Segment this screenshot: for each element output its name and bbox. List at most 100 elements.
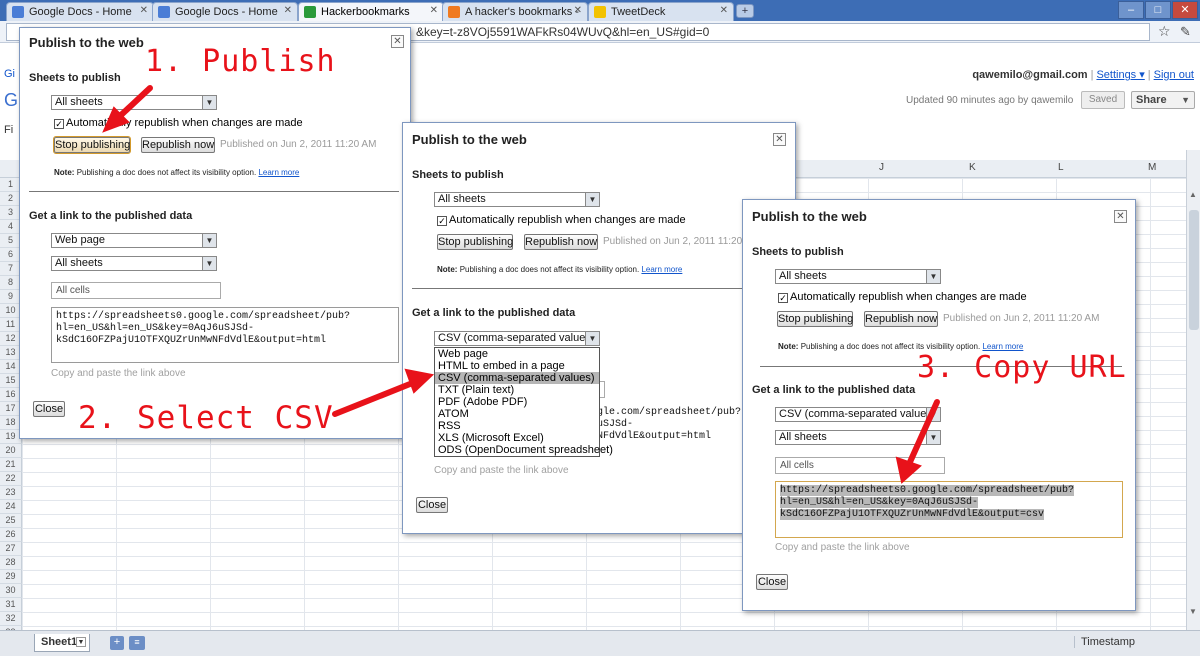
sheets-select[interactable]: All sheets ▼	[434, 192, 600, 207]
published-url-textarea[interactable]: https://spreadsheets0.google.com/spreads…	[51, 307, 399, 363]
sheets-select-value: All sheets	[55, 96, 103, 108]
row-number[interactable]: 26	[0, 528, 22, 542]
close-icon[interactable]: ✕	[773, 133, 786, 146]
row-number[interactable]: 24	[0, 500, 22, 514]
format-option-txt[interactable]: TXT (Plain text)	[435, 384, 599, 396]
sheet-range-select[interactable]: All sheets ▼	[51, 256, 217, 271]
published-date: Published on Jun 2, 2011 11:20 AM	[220, 139, 377, 150]
stop-publishing-button[interactable]: Stop publishing	[777, 311, 853, 327]
auto-republish-checkbox[interactable]: ✓ Automatically republish when changes ar…	[778, 291, 1027, 303]
tab-close-icon[interactable]: ✕	[140, 5, 148, 16]
column-header-j[interactable]: J	[879, 162, 884, 173]
scroll-down-icon[interactable]: ▼	[1189, 607, 1197, 616]
wrench-icon[interactable]: ✎	[1180, 24, 1191, 40]
tab-close-icon[interactable]: ✕	[284, 5, 292, 16]
republish-now-button[interactable]: Republish now	[524, 234, 598, 250]
format-option-web-page[interactable]: Web page	[435, 348, 599, 360]
saved-button[interactable]: Saved	[1081, 91, 1125, 109]
row-number[interactable]: 22	[0, 472, 22, 486]
new-tab-button[interactable]: +	[736, 4, 754, 18]
row-number[interactable]: 25	[0, 514, 22, 528]
browser-tab-hackers-bookmarks[interactable]: A hacker's bookmarks - ✕	[442, 2, 588, 21]
format-select[interactable]: CSV (comma-separated values) ▼	[775, 407, 941, 422]
format-select[interactable]: Web page ▼	[51, 233, 217, 248]
republish-now-button[interactable]: Republish now	[864, 311, 938, 327]
row-number[interactable]: 29	[0, 570, 22, 584]
learn-more-link[interactable]: Learn more	[641, 265, 682, 274]
section-divider	[29, 191, 399, 192]
row-number[interactable]: 30	[0, 584, 22, 598]
url-text: &key=t-z8VOj5591WAFkRs04WUvQ&hl=en_US#gi…	[416, 25, 710, 39]
annotation-step-1: 1. Publish	[145, 44, 336, 79]
settings-link[interactable]: Settings ▾	[1096, 69, 1144, 81]
learn-more-link[interactable]: Learn more	[258, 168, 299, 177]
format-option-rss[interactable]: RSS	[435, 420, 599, 432]
sign-out-link[interactable]: Sign out	[1154, 69, 1194, 81]
row-number[interactable]: 28	[0, 556, 22, 570]
row-number[interactable]: 27	[0, 542, 22, 556]
close-button[interactable]: Close	[416, 497, 448, 513]
sheet-tab-sheet1[interactable]: Sheet1 ▼	[34, 634, 90, 652]
browser-tab-google-docs-1[interactable]: Google Docs - Home ✕	[6, 2, 154, 21]
auto-republish-checkbox[interactable]: ✓ Automatically republish when changes ar…	[437, 214, 686, 226]
row-number[interactable]: 20	[0, 444, 22, 458]
checkbox-checked-icon[interactable]: ✓	[778, 293, 788, 303]
browser-tab-google-docs-2[interactable]: Google Docs - Home ✕	[152, 2, 298, 21]
close-button[interactable]: Close	[33, 401, 65, 417]
column-header-k[interactable]: K	[969, 162, 976, 173]
checkbox-checked-icon[interactable]: ✓	[437, 216, 447, 226]
checkbox-checked-icon[interactable]: ✓	[54, 119, 64, 129]
format-option-atom[interactable]: ATOM	[435, 408, 599, 420]
format-select-value: Web page	[55, 234, 105, 246]
format-option-csv[interactable]: CSV (comma-separated values)	[435, 372, 599, 384]
tab-close-icon[interactable]: ✕	[720, 5, 728, 16]
sheet-list-button[interactable]: ≡	[129, 636, 145, 650]
sheets-select-value: All sheets	[779, 270, 827, 282]
sheet-range-select[interactable]: All sheets ▼	[775, 430, 941, 445]
column-header-l[interactable]: L	[1058, 162, 1064, 173]
row-number[interactable]: 23	[0, 486, 22, 500]
account-bar: qawemilo@gmail.com | Settings ▾ | Sign out	[972, 69, 1194, 81]
format-dropdown-list[interactable]: Web page HTML to embed in a page CSV (co…	[434, 347, 613, 457]
format-option-xls[interactable]: XLS (Microsoft Excel)	[435, 432, 599, 444]
format-option-ods[interactable]: ODS (OpenDocument spreadsheet)	[435, 444, 613, 456]
maximize-icon[interactable]: □	[1145, 1, 1171, 19]
republish-now-button[interactable]: Republish now	[141, 137, 215, 153]
cell-range-input[interactable]: All cells	[775, 457, 945, 474]
bookmark-star-icon[interactable]: ☆	[1158, 23, 1171, 40]
file-menu-fragment[interactable]: Fi	[4, 124, 13, 136]
published-url-textarea[interactable]: https://spreadsheets0.google.com/spreads…	[775, 481, 1123, 538]
chevron-down-icon[interactable]: ▼	[76, 637, 86, 647]
sheets-select[interactable]: All sheets ▼	[51, 95, 217, 110]
format-option-pdf[interactable]: PDF (Adobe PDF)	[435, 396, 599, 408]
account-email: qawemilo@gmail.com	[972, 69, 1088, 81]
stop-publishing-button[interactable]: Stop publishing	[437, 234, 513, 250]
row-number[interactable]: 32	[0, 612, 22, 626]
auto-republish-checkbox[interactable]: ✓ Automatically republish when changes ar…	[54, 117, 303, 129]
row-number[interactable]: 31	[0, 598, 22, 612]
cell-range-input[interactable]: All cells	[51, 282, 221, 299]
column-header-m[interactable]: M	[1148, 162, 1156, 173]
left-fragment: Gi	[4, 68, 15, 80]
close-icon[interactable]: ✕	[391, 35, 404, 48]
vertical-scrollbar[interactable]: ▲ ▼	[1186, 150, 1200, 630]
close-window-icon[interactable]: ✕	[1172, 1, 1198, 19]
scroll-up-icon[interactable]: ▲	[1189, 190, 1197, 199]
scroll-thumb[interactable]	[1189, 210, 1199, 330]
chevron-down-icon: ▼	[926, 431, 940, 444]
tab-close-icon[interactable]: ✕	[430, 5, 438, 16]
row-number[interactable]: 21	[0, 458, 22, 472]
format-option-html-embed[interactable]: HTML to embed in a page	[435, 360, 599, 372]
minimize-icon[interactable]: –	[1118, 1, 1144, 19]
browser-tab-hackerbookmarks[interactable]: Hackerbookmarks ✕	[298, 2, 444, 21]
add-sheet-button[interactable]: +	[110, 636, 124, 650]
format-select[interactable]: CSV (comma-separated values) ▼	[434, 331, 600, 346]
stop-publishing-button[interactable]: Stop publishing	[53, 136, 131, 154]
sheets-select[interactable]: All sheets ▼	[775, 269, 941, 284]
note-text: Publishing a doc does not affect its vis…	[76, 168, 257, 177]
tab-close-icon[interactable]: ✕	[574, 5, 582, 16]
browser-tab-tweetdeck[interactable]: TweetDeck ✕	[588, 2, 734, 21]
share-button[interactable]: Share ▼	[1131, 91, 1195, 109]
close-icon[interactable]: ✕	[1114, 210, 1127, 223]
close-button[interactable]: Close	[756, 574, 788, 590]
